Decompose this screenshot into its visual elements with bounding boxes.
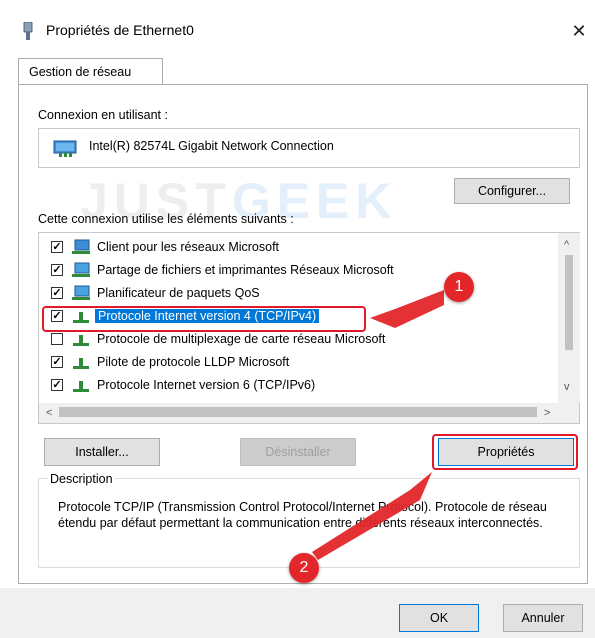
- list-item-label: Pilote de protocole LLDP Microsoft: [97, 355, 290, 369]
- list-item-file-sharing[interactable]: ✓ Partage de fichiers et imprimantes Rés…: [39, 260, 559, 282]
- network-adapter-icon: [53, 140, 77, 157]
- uninstall-button[interactable]: Désinstaller: [240, 438, 356, 466]
- list-item-client[interactable]: ✓ Client pour les réseaux Microsoft: [39, 237, 559, 259]
- tab-gestion-reseau[interactable]: Gestion de réseau: [18, 58, 163, 85]
- title-bar: Propriétés de Ethernet0 ✕: [0, 0, 595, 56]
- protocol-icon: [73, 381, 89, 392]
- network-service-icon: [72, 262, 90, 277]
- network-service-icon: [72, 285, 90, 300]
- checkbox-client[interactable]: ✓: [51, 241, 63, 253]
- highlight-properties: [432, 434, 578, 470]
- description-legend: Description: [48, 472, 115, 486]
- list-item-lldp[interactable]: ✓ Pilote de protocole LLDP Microsoft: [39, 352, 559, 374]
- list-item-label: Protocole Internet version 6 (TCP/IPv6): [97, 378, 316, 392]
- scroll-up-icon[interactable]: ^: [564, 239, 569, 251]
- scroll-down-icon[interactable]: v: [564, 381, 570, 393]
- list-item-label: Protocole de multiplexage de carte résea…: [97, 332, 386, 346]
- checkbox-lldp[interactable]: ✓: [51, 356, 63, 368]
- step-badge-1: 1: [444, 272, 474, 302]
- close-button[interactable]: ✕: [566, 16, 592, 46]
- configure-button[interactable]: Configurer...: [454, 178, 570, 204]
- list-item-multiplexor[interactable]: Protocole de multiplexage de carte résea…: [39, 329, 559, 351]
- adapter-name: Intel(R) 82574L Gigabit Network Connecti…: [89, 139, 334, 153]
- window-title: Propriétés de Ethernet0: [46, 22, 194, 38]
- connection-label: Connexion en utilisant :: [38, 108, 168, 122]
- scroll-right-icon[interactable]: >: [544, 407, 550, 419]
- protocol-icon: [73, 335, 89, 346]
- list-item-label: Partage de fichiers et imprimantes Résea…: [97, 263, 394, 277]
- install-button[interactable]: Installer...: [44, 438, 160, 466]
- list-item-label: Planificateur de paquets QoS: [97, 286, 260, 300]
- cancel-button[interactable]: Annuler: [503, 604, 583, 632]
- highlight-ipv4: [42, 306, 366, 332]
- horizontal-scroll-thumb[interactable]: [59, 407, 537, 417]
- list-item-label: Client pour les réseaux Microsoft: [97, 240, 280, 254]
- checkbox-ipv6[interactable]: ✓: [51, 379, 63, 391]
- list-item-qos[interactable]: ✓ Planificateur de paquets QoS: [39, 283, 559, 305]
- description-text: Protocole TCP/IP (Transmission Control P…: [58, 500, 547, 530]
- protocol-icon: [73, 358, 89, 369]
- vertical-scroll-thumb[interactable]: [565, 255, 573, 350]
- step-badge-2: 2: [289, 553, 319, 583]
- scroll-left-icon[interactable]: <: [46, 407, 52, 419]
- ethernet-plug-icon: [23, 22, 33, 40]
- list-item-ipv6[interactable]: ✓ Protocole Internet version 6 (TCP/IPv6…: [39, 375, 559, 397]
- ok-button[interactable]: OK: [399, 604, 479, 632]
- items-label: Cette connexion utilise les éléments sui…: [38, 212, 294, 226]
- checkbox-file-sharing[interactable]: ✓: [51, 264, 63, 276]
- properties-dialog: Propriétés de Ethernet0 ✕ Gestion de rés…: [0, 0, 595, 638]
- network-client-icon: [72, 239, 90, 254]
- checkbox-qos[interactable]: ✓: [51, 287, 63, 299]
- adapter-field: Intel(R) 82574L Gigabit Network Connecti…: [38, 128, 580, 168]
- checkbox-multiplexor[interactable]: [51, 333, 63, 345]
